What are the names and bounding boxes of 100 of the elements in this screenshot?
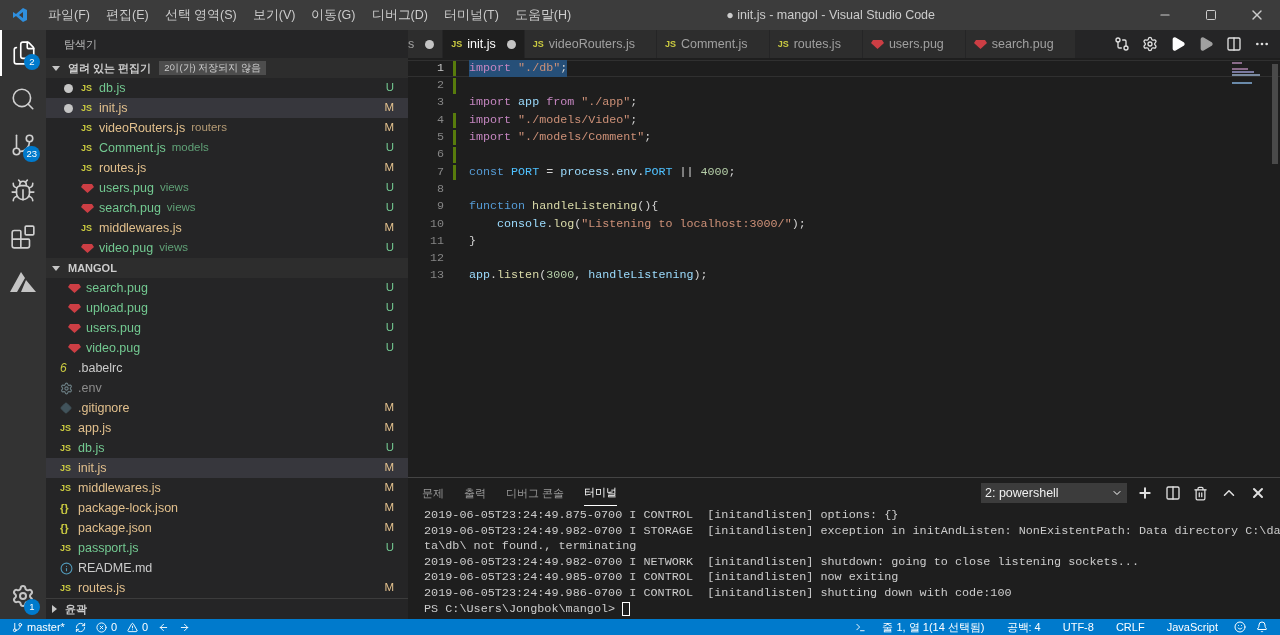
file-item[interactable]: .gitignore M: [46, 398, 408, 418]
line-number: 6: [436, 146, 444, 164]
section-header[interactable]: MANGOL: [46, 258, 408, 278]
code-line: import app from "./app";: [469, 94, 638, 112]
file-item[interactable]: upload.pug U: [46, 298, 408, 318]
git-status: U: [385, 540, 394, 556]
status-item[interactable]: UTF-8: [1056, 618, 1100, 635]
warning-count[interactable]: 0: [142, 618, 149, 635]
line-number: 1: [436, 59, 444, 77]
file-item[interactable]: video.pug U: [46, 338, 408, 358]
editor-tab[interactable]: s: [408, 30, 444, 58]
git-status: M: [384, 520, 394, 536]
panel-tab[interactable]: 터미널: [584, 480, 618, 506]
file-name: passport.js: [78, 539, 139, 557]
file-item[interactable]: JS init.js M: [46, 458, 408, 478]
git-status: M: [384, 220, 394, 236]
file-item[interactable]: JS videoRouters.js routers M: [46, 118, 408, 138]
error-count[interactable]: 0: [110, 618, 118, 635]
code-line: console.log("Listening to localhost:3000/");: [496, 215, 806, 233]
file-item[interactable]: JS passport.js U: [46, 538, 408, 558]
menu-item[interactable]: 파일(F): [40, 5, 98, 25]
file-item[interactable]: search.pug views U: [46, 198, 408, 218]
branch-name[interactable]: master*: [27, 618, 65, 635]
panel-tab[interactable]: 문제: [422, 480, 444, 506]
file-item[interactable]: JS db.js U: [46, 438, 408, 458]
menu-item[interactable]: 선택 영역(S): [156, 5, 245, 25]
file-name: app.js: [78, 419, 112, 437]
git-status: U: [385, 300, 394, 316]
terminal-line: 2019-06-05T23:24:49.875-0700 I CONTROL [initandlisten] options: {}: [424, 508, 899, 524]
menu-item[interactable]: 보기(V): [244, 5, 304, 25]
menu-item[interactable]: 디버그(D): [363, 5, 436, 25]
file-item[interactable]: search.pug U: [46, 278, 408, 298]
editor-tab[interactable]: JS routes.js: [769, 30, 863, 58]
file-item[interactable]: {} package-lock.json M: [46, 498, 408, 518]
git-status: U: [385, 180, 394, 196]
file-item[interactable]: JS middlewares.js M: [46, 478, 408, 498]
git-status: U: [385, 200, 394, 216]
file-name: .env: [78, 379, 102, 397]
editor-tab[interactable]: JS Comment.js: [656, 30, 770, 58]
file-item[interactable]: JS app.js M: [46, 418, 408, 438]
file-name: videoRouters.js: [99, 119, 186, 137]
editor-tab[interactable]: users.pug: [862, 30, 966, 58]
manage-button[interactable]: 1: [0, 573, 46, 619]
editor-tab[interactable]: JS init.js: [443, 30, 525, 58]
section-header[interactable]: 윤곽: [46, 599, 408, 619]
status-item[interactable]: JavaScript: [1160, 618, 1224, 635]
file-item[interactable]: JS routes.js M: [46, 578, 408, 598]
file-name: middlewares.js: [99, 219, 182, 237]
panel-tab[interactable]: 디버그 콘솔: [506, 480, 565, 506]
file-name: middlewares.js: [78, 479, 161, 497]
line-number: 9: [436, 198, 444, 216]
git-status: M: [384, 480, 394, 496]
file-item[interactable]: video.pug views U: [46, 238, 408, 258]
sidebar-title: 탐색기: [64, 36, 97, 52]
js-file-icon: JS: [60, 583, 71, 593]
menu-item[interactable]: 이동(G): [303, 5, 364, 25]
git-status: M: [384, 120, 394, 136]
file-item[interactable]: .env: [46, 378, 408, 398]
terminal-select[interactable]: 2: powershell: [981, 483, 1127, 503]
folder-hint: views: [159, 180, 189, 196]
line-number: 7: [436, 163, 444, 181]
file-item[interactable]: users.pug views U: [46, 178, 408, 198]
status-item[interactable]: 공백: 4: [1000, 618, 1047, 635]
file-name: init.js: [78, 459, 107, 477]
file-item[interactable]: JS Comment.js models U: [46, 138, 408, 158]
count-badge: 1: [24, 599, 40, 615]
status-item[interactable]: 줄 1, 열 1(14 선택됨): [876, 618, 991, 635]
file-name: db.js: [78, 439, 105, 457]
git-status: U: [385, 140, 394, 156]
js-file-icon: JS: [81, 223, 92, 233]
file-name: video.pug: [99, 239, 154, 257]
editor-tab[interactable]: JS videoRouters.js: [524, 30, 657, 58]
code-line: app.listen(3000, handleListening);: [469, 267, 708, 285]
panel-tab[interactable]: 출력: [464, 480, 486, 506]
section-title: 윤곽: [65, 601, 87, 617]
file-name: users.pug: [99, 179, 154, 197]
menu-item[interactable]: 도움말(H): [506, 5, 580, 25]
line-number: 3: [436, 94, 444, 112]
file-item[interactable]: JS db.js U: [46, 78, 408, 98]
file-item[interactable]: users.pug U: [46, 318, 408, 338]
file-name: search.pug: [99, 199, 161, 217]
js-file-icon: JS: [60, 423, 71, 433]
activity-button[interactable]: 23: [0, 122, 46, 168]
section-title: MANGOL: [68, 260, 117, 276]
file-item[interactable]: {} package.json M: [46, 518, 408, 538]
file-item[interactable]: 6 .babelrc: [46, 358, 408, 378]
status-item[interactable]: CRLF: [1109, 618, 1151, 635]
file-name: package.json: [78, 519, 152, 537]
editor-tab[interactable]: search.pug: [965, 30, 1076, 58]
line-number: 10: [428, 215, 444, 233]
section-header[interactable]: 열려 있는 편집기 2이(가) 저장되지 않음: [46, 58, 408, 78]
file-item[interactable]: JS routes.js M: [46, 158, 408, 178]
file-item[interactable]: README.md: [46, 558, 408, 578]
js-file-icon: JS: [81, 83, 92, 93]
menu-item[interactable]: 편집(E): [97, 5, 157, 25]
file-item[interactable]: JS init.js M: [46, 98, 408, 118]
js-file-icon: JS: [81, 163, 92, 173]
file-item[interactable]: JS middlewares.js M: [46, 218, 408, 238]
count-badge: 2: [24, 54, 40, 70]
menu-item[interactable]: 터미널(T): [435, 5, 507, 25]
